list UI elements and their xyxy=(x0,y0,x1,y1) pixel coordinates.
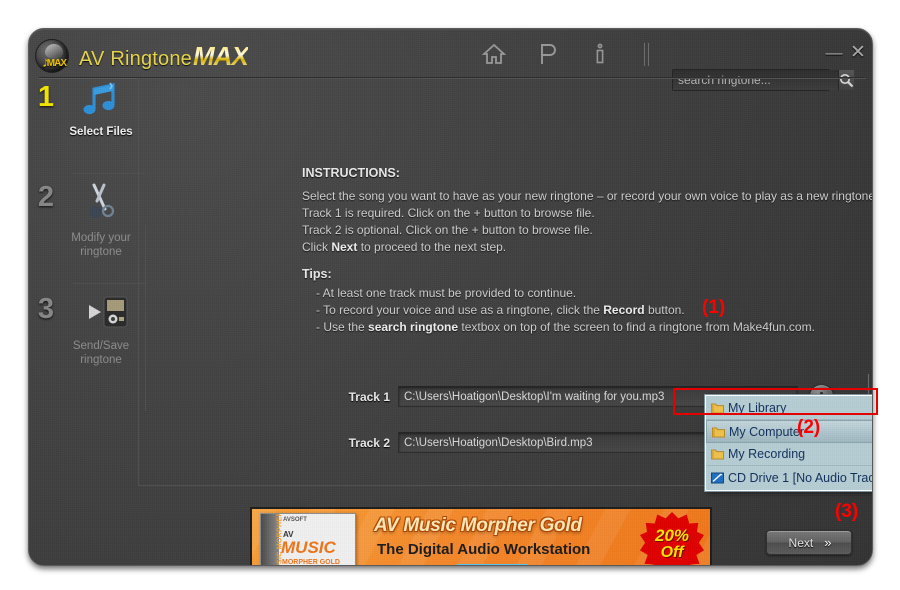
minimize-button[interactable]: — xyxy=(823,41,845,63)
tip-line-1: - At least one track must be provided to… xyxy=(302,285,872,302)
tips-title: Tips: xyxy=(302,267,332,281)
info-icon[interactable] xyxy=(587,41,613,67)
tip-1-pre: - At least one track must be provided to… xyxy=(316,286,577,300)
ad-box-music: MUSIC xyxy=(281,538,336,557)
ad-box-morpher-gold: MORPHER GOLD xyxy=(282,559,340,566)
sidebar-item-modify-ringtone[interactable]: 2 Modify your ringtone xyxy=(29,181,139,259)
ad-box-morpher: MORPHER xyxy=(282,559,320,566)
step-number-2: 2 xyxy=(37,181,55,213)
app-logo: ♪ MAX AV Ringtone MAX xyxy=(35,39,249,73)
dropdown-item-label: My Library xyxy=(728,401,787,415)
logo-badge-text: MAX xyxy=(46,58,67,69)
instructions-line-3: Track 2 is optional. Click on the + butt… xyxy=(302,223,593,237)
sidebar-divider-1 xyxy=(73,173,145,174)
ad-product-box-image: MUSIC MORPHER GOLD AVSOFT AV MUSIC MORPH… xyxy=(260,513,356,566)
dropdown-item-label: CD Drive 1 [No Audio Tracks] xyxy=(728,470,872,485)
ad-discount-percent: 20% xyxy=(654,526,690,545)
dropdown-item-label: My Recording xyxy=(728,447,806,461)
instructions-block: INSTRUCTIONS: Select the song you want t… xyxy=(302,166,873,336)
next-button-label: Next xyxy=(788,535,814,550)
tip-3-pre: - Use the xyxy=(316,320,369,334)
chevron-right-icon: » xyxy=(824,535,831,550)
annotation-3: (3) xyxy=(835,501,859,522)
tip-3-post: textbox on top of the screen to find a r… xyxy=(458,320,815,334)
home-icon[interactable] xyxy=(481,41,507,67)
sidebar-item-label-2: Modify your ringtone xyxy=(71,232,131,258)
toolbar-divider xyxy=(644,43,649,66)
track-1-label: Track 1 xyxy=(348,389,390,404)
logo-badge-icon: ♪ MAX xyxy=(35,39,69,73)
ad-subtitle: The Digital Audio Workstation xyxy=(377,541,591,558)
close-button[interactable]: ✕ xyxy=(847,41,869,63)
app-title: AV Ringtone MAX xyxy=(79,40,249,72)
dropdown-item-my-recording[interactable]: My Recording xyxy=(706,443,872,466)
screenshot-root: ♪ MAX AV Ringtone MAX search ringtone...… xyxy=(0,0,900,590)
folder-icon xyxy=(712,426,729,438)
help-icon[interactable] xyxy=(534,41,560,67)
dropdown-item-my-library[interactable]: My Library xyxy=(706,397,872,420)
step-number-1: 1 xyxy=(37,81,55,113)
step-number-3: 3 xyxy=(37,293,55,325)
app-window: ♪ MAX AV Ringtone MAX search ringtone...… xyxy=(28,28,873,566)
app-title-suffix: MAX xyxy=(193,40,249,71)
folder-icon xyxy=(711,402,728,414)
folder-icon xyxy=(711,448,728,460)
source-dropdown-menu: My Library My Computer My Recording CD D… xyxy=(704,394,872,492)
music-note-icon xyxy=(63,81,139,122)
instructions-line-4-post: to proceed to the next step. xyxy=(357,240,507,254)
annotation-2: (2) xyxy=(797,417,821,438)
sidebar-divider-2 xyxy=(73,283,145,284)
dropdown-item-my-computer[interactable]: My Computer xyxy=(706,420,872,443)
tip-line-3: - Use the search ringtone textbox on top… xyxy=(302,319,872,336)
instructions-line-2: Track 1 is required. Click on the + butt… xyxy=(302,206,595,220)
sidebar-item-label-1: Select Files xyxy=(69,126,133,138)
tip-2-post: button. xyxy=(644,303,685,317)
ad-buy-now-button[interactable]: Buy now xyxy=(456,564,529,565)
instructions-line-4-pre: Click xyxy=(302,240,332,254)
instructions-line-1: Select the song you want to have as your… xyxy=(302,189,873,203)
scissors-icon xyxy=(63,181,139,228)
ad-discount-badge: 20% Off xyxy=(640,512,704,565)
annotation-1: (1) xyxy=(702,297,726,318)
sidebar-item-select-files[interactable]: 1 Select Files xyxy=(29,81,139,139)
tip-2-pre: - To record your voice and use as a ring… xyxy=(316,303,604,317)
ad-title: AV Music Morpher Gold xyxy=(374,515,582,536)
track-2-label: Track 2 xyxy=(348,435,390,450)
app-title-prefix: AV Ringtone xyxy=(79,47,193,70)
ad-discount-off: Off xyxy=(660,544,684,561)
sidebar-item-label-3: Send/Save ringtone xyxy=(72,340,130,366)
dropdown-item-label: My Computer xyxy=(729,424,805,439)
tip-2-bold: Record xyxy=(603,303,645,317)
tip-line-2: - To record your voice and use as a ring… xyxy=(302,302,872,319)
instructions-line-4-bold: Next xyxy=(331,240,358,254)
title-bar: ♪ MAX AV Ringtone MAX search ringtone...… xyxy=(29,29,872,91)
ad-box-brand: AVSOFT xyxy=(283,517,307,523)
toolbar-icons xyxy=(481,41,613,67)
instructions-title: INSTRUCTIONS: xyxy=(302,166,400,180)
instructions-line-4: Click Next to proceed to the next step. xyxy=(302,239,872,256)
ad-banner[interactable]: MUSIC MORPHER GOLD AVSOFT AV MUSIC MORPH… xyxy=(250,507,712,566)
ad-box-gold: GOLD xyxy=(319,559,340,566)
next-button[interactable]: Next » xyxy=(766,530,852,555)
tip-3-bold: search ringtone xyxy=(368,320,459,334)
step-sidebar: 1 Select Files 2 Modify your ringtone 3 … xyxy=(29,81,146,481)
dropdown-item-cd-drive[interactable]: CD Drive 1 [No Audio Tracks] xyxy=(706,466,872,489)
device-arrow-icon xyxy=(63,293,139,336)
cd-drive-icon xyxy=(711,472,728,484)
sidebar-item-send-save-ringtone[interactable]: 3 Send/Save ringtone xyxy=(29,293,139,367)
